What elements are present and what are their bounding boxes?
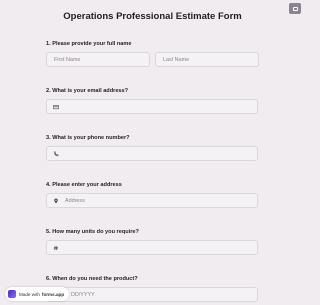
phone-input[interactable]	[46, 146, 258, 161]
question-date-label: 6. When do you need the product?	[46, 276, 138, 282]
window-icon	[292, 6, 298, 11]
question-phone-label: 3. What is your phone number?	[46, 135, 130, 141]
address-placeholder: Address	[65, 197, 85, 204]
units-input[interactable]	[46, 240, 258, 255]
question-email-label: 2. What is your email address?	[46, 88, 129, 94]
last-name-placeholder: Last Name	[163, 56, 190, 63]
last-name-input[interactable]: Last Name	[155, 52, 259, 67]
question-address-label: 4. Please enter your address	[46, 182, 122, 188]
question-full-name-label: 1. Please provide your full name	[46, 41, 132, 47]
question-units-label: 5. How many units do you require?	[46, 229, 139, 235]
first-name-placeholder: First Name	[54, 56, 81, 63]
badge-prefix: Made with	[19, 291, 40, 297]
address-input[interactable]: Address	[46, 193, 258, 208]
date-input[interactable]: DD/YYYY	[46, 287, 258, 302]
first-name-input[interactable]: First Name	[46, 52, 150, 67]
badge-brand: forms.app	[41, 291, 65, 297]
form-title: Operations Professional Estimate Form	[63, 11, 242, 22]
email-input[interactable]	[46, 99, 258, 114]
date-placeholder: DD/YYYY	[71, 291, 95, 298]
location-pin-icon	[52, 197, 59, 204]
forms-app-logo-icon	[8, 290, 16, 298]
email-icon	[52, 103, 59, 110]
hash-icon	[52, 244, 59, 251]
phone-icon	[52, 150, 59, 157]
made-with-badge[interactable]: Made with forms.app	[5, 287, 69, 301]
